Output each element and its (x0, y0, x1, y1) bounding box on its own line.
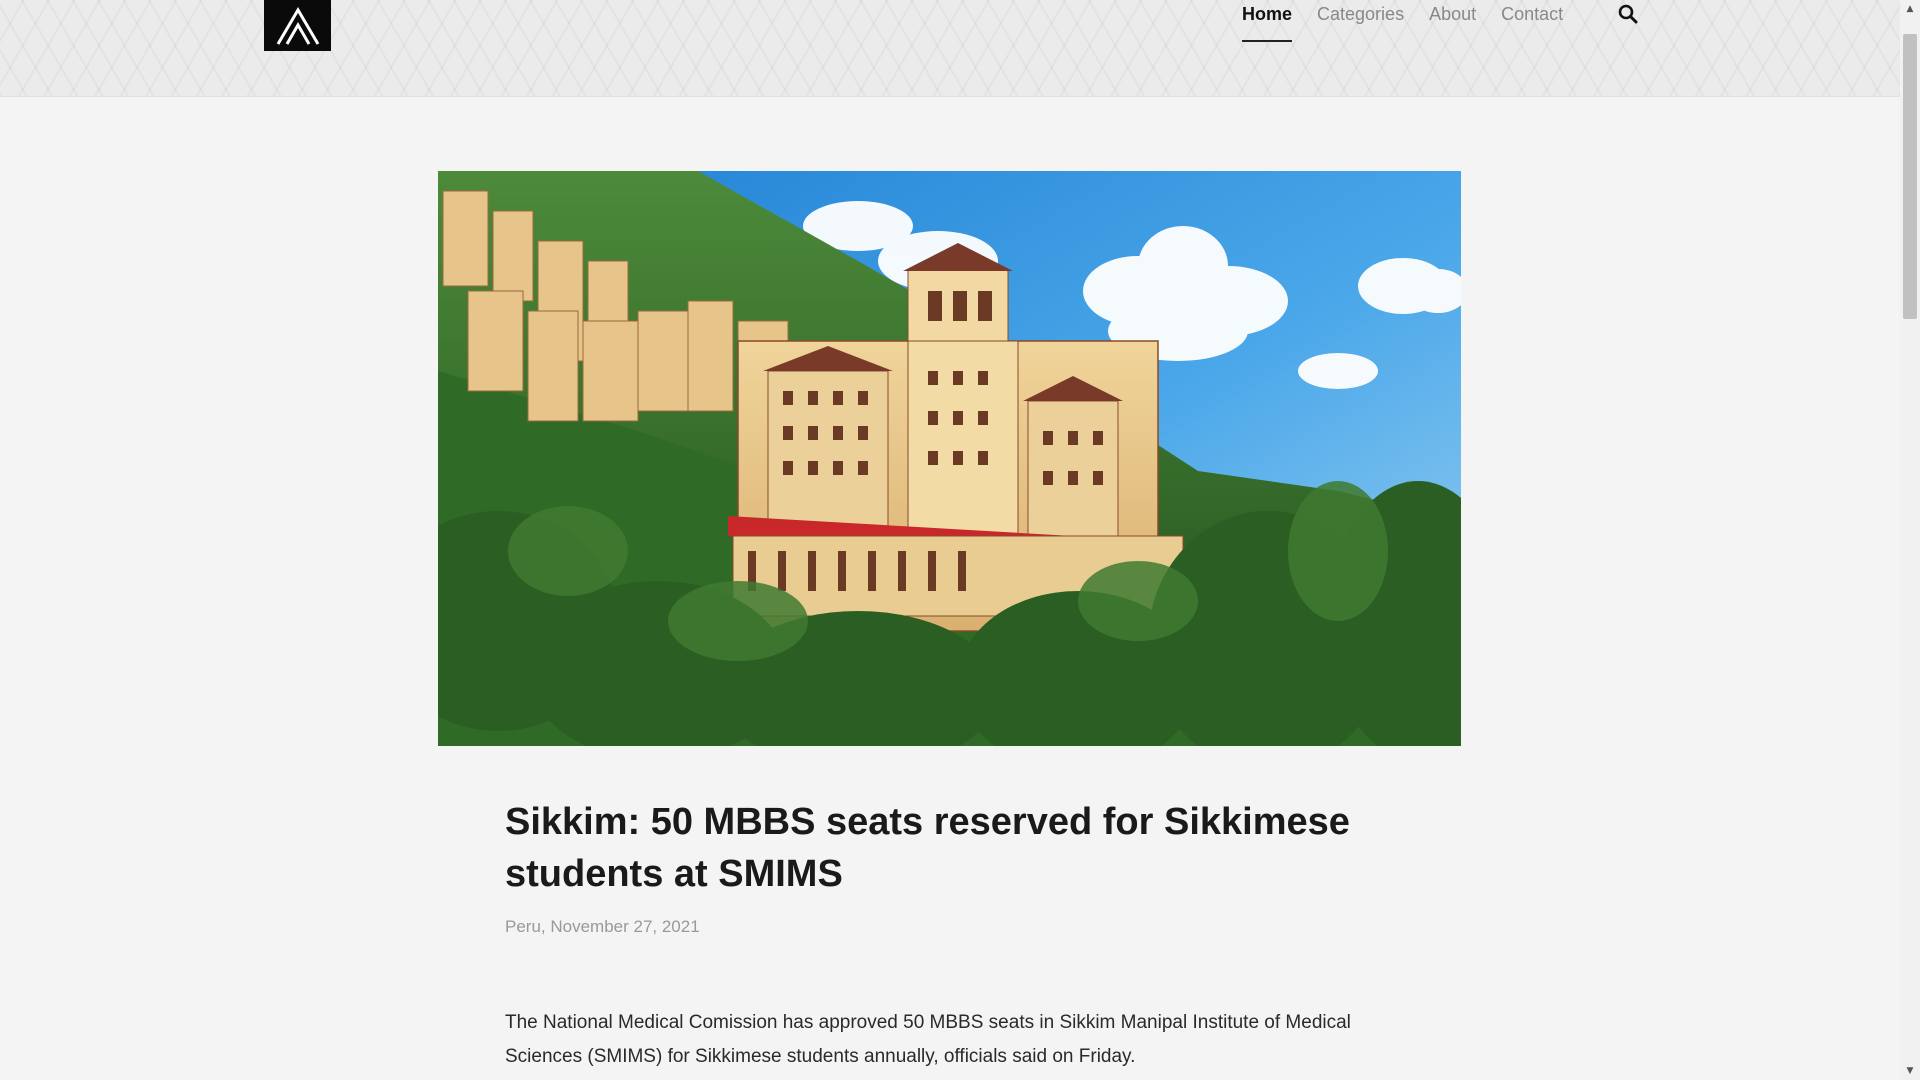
site-header: Home Categories About Contact (0, 0, 1900, 97)
main-nav: Home Categories About Contact (1242, 0, 1588, 46)
article-body: The National Medical Comission has appro… (505, 1012, 1351, 1067)
hero-photo (438, 171, 1461, 746)
nav-categories[interactable]: Categories (1317, 0, 1404, 42)
scroll-down-arrow-icon[interactable]: ▼ (1900, 1062, 1920, 1080)
scrollbar-thumb[interactable] (1903, 34, 1917, 319)
stylized-a-logo-icon (276, 6, 319, 45)
nav-contact[interactable]: Contact (1501, 0, 1563, 42)
article-hero-image (438, 171, 1461, 746)
scroll-up-arrow-icon[interactable]: ▲ (1900, 0, 1920, 18)
article-title: Sikkim: 50 MBBS seats reserved for Sikki… (505, 801, 1350, 895)
search-icon (1618, 4, 1638, 24)
search-button[interactable] (1617, 3, 1639, 25)
nav-about[interactable]: About (1429, 0, 1476, 42)
article-meta: Peru, November 27, 2021 (505, 917, 700, 936)
vertical-scrollbar[interactable]: ▲ ▼ (1900, 0, 1920, 1080)
site-logo[interactable] (264, 0, 331, 51)
nav-home[interactable]: Home (1242, 0, 1293, 42)
